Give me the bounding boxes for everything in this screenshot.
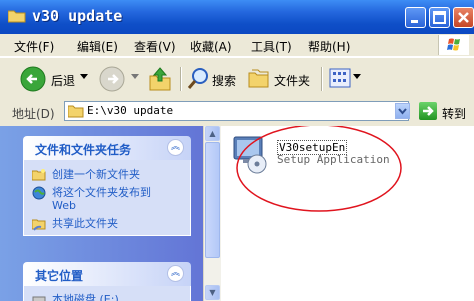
task-label-continued: Web — [52, 199, 76, 212]
share-folder-icon — [32, 219, 46, 231]
menu-edit[interactable]: 编辑(E) — [77, 38, 118, 55]
address-label: 地址(D) — [12, 107, 55, 121]
folder-icon — [8, 10, 26, 23]
menu-help[interactable]: 帮助(H) — [308, 38, 350, 55]
windows-logo — [438, 35, 469, 55]
go-label[interactable]: 转到 — [442, 105, 466, 122]
toolbar-separator — [321, 67, 323, 91]
task-label: 共享此文件夹 — [52, 217, 118, 230]
go-arrow-icon — [423, 106, 434, 116]
menu-view[interactable]: 查看(V) — [134, 38, 176, 55]
file-folder-tasks-header[interactable]: 文件和文件夹任务 ︽ — [23, 136, 191, 160]
scroll-down-button[interactable]: ▼ — [205, 285, 220, 300]
task-label: 将这个文件夹发布到 — [52, 186, 151, 199]
toolbar: 后退 搜索 文件夹 — [0, 57, 474, 99]
group-title: 其它位置 — [35, 269, 84, 283]
collapse-chevron-icon[interactable]: ︽ — [167, 265, 184, 282]
chevron-down-icon: ▼ — [209, 288, 216, 297]
scroll-up-button[interactable]: ▲ — [205, 126, 220, 141]
file-folder-tasks-body: 创建一个新文件夹 将这个文件夹发布到 Web 共享此文件夹 — [23, 160, 191, 236]
address-bar: 地址(D) E:\v30 update 转到 — [0, 98, 474, 127]
window-title: v30 update — [32, 7, 123, 25]
folders-icon[interactable] — [248, 67, 270, 89]
address-value: E:\v30 update — [87, 104, 174, 117]
back-dropdown-icon[interactable] — [80, 74, 88, 80]
group-title: 文件和文件夹任务 — [35, 143, 132, 157]
folders-button[interactable]: 文件夹 — [274, 72, 310, 89]
file-list: V30setupEn Setup Application — [221, 126, 474, 301]
other-places-body: 本地磁盘 (E:) — [23, 286, 191, 301]
title-bar[interactable]: v30 update — [0, 0, 474, 34]
collapse-chevron-icon[interactable]: ︽ — [167, 139, 184, 156]
other-places-header[interactable]: 其它位置 ︽ — [23, 262, 191, 286]
maximize-button[interactable] — [429, 7, 450, 28]
minimize-icon — [411, 20, 418, 23]
view-menu-icon[interactable] — [329, 67, 351, 89]
maximize-icon — [433, 11, 446, 24]
back-arrow-icon[interactable] — [20, 66, 46, 92]
forward-arrow-icon[interactable] — [99, 66, 125, 92]
folder-icon — [68, 105, 84, 118]
chevron-up-icon: ▲ — [209, 129, 216, 138]
up-folder-icon[interactable] — [148, 66, 172, 92]
task-label: 创建一个新文件夹 — [52, 168, 140, 181]
go-button[interactable] — [419, 102, 437, 120]
menu-bar: 文件(F) 编辑(E) 查看(V) 收藏(A) 工具(T) 帮助(H) — [0, 34, 474, 56]
chevron-down-icon — [398, 108, 407, 115]
back-button[interactable]: 后退 — [51, 72, 75, 89]
view-dropdown-icon[interactable] — [353, 74, 361, 80]
drive-icon — [32, 296, 46, 301]
highlight-ellipse — [236, 126, 402, 212]
address-input[interactable]: E:\v30 update — [64, 101, 409, 121]
toolbar-separator — [180, 67, 182, 91]
close-button[interactable] — [453, 7, 474, 28]
task-pane-scrollbar[interactable]: ▲ ▼ — [203, 126, 221, 301]
address-dropdown-button[interactable] — [395, 103, 410, 119]
forward-dropdown-icon[interactable] — [131, 74, 139, 80]
publish-web-icon — [32, 186, 46, 200]
menu-favorites[interactable]: 收藏(A) — [190, 38, 232, 55]
search-icon[interactable] — [186, 67, 210, 91]
place-label: 本地磁盘 (E:) — [52, 293, 119, 301]
windows-flag-icon — [447, 38, 460, 51]
minimize-button[interactable] — [405, 7, 426, 28]
task-pane: 文件和文件夹任务 ︽ 创建一个新文件夹 将这个文件夹发布到 Web 共享此文件夹… — [0, 126, 203, 301]
new-folder-icon — [32, 169, 46, 181]
scroll-thumb[interactable] — [205, 142, 220, 258]
search-button[interactable]: 搜索 — [212, 72, 236, 89]
menu-file[interactable]: 文件(F) — [14, 38, 54, 55]
close-icon — [458, 12, 469, 23]
menu-tools[interactable]: 工具(T) — [251, 38, 292, 55]
